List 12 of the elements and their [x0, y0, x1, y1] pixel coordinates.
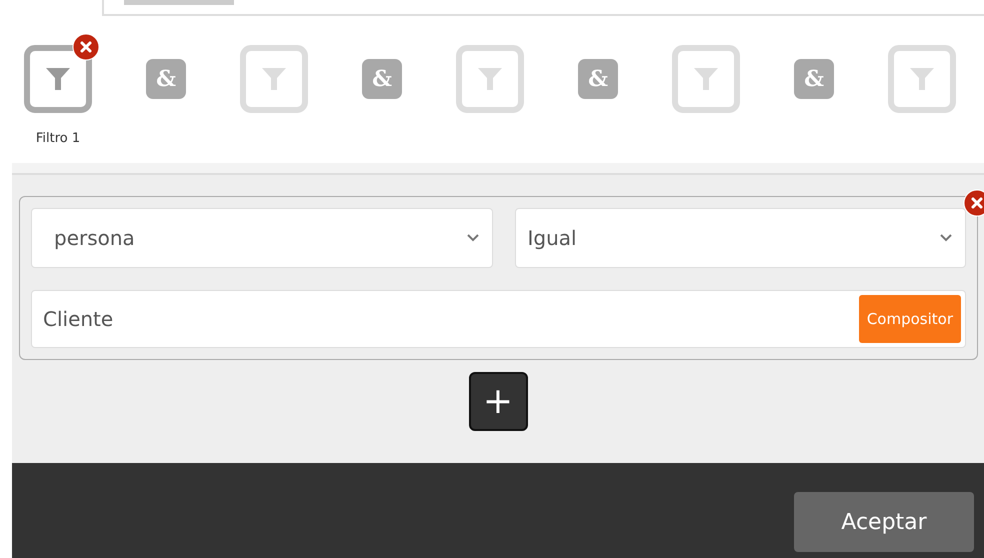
value-field[interactable]: Cliente Compositor [31, 290, 966, 348]
field-select[interactable]: persona [31, 208, 492, 268]
close-icon[interactable] [72, 33, 100, 61]
scroll-thumb[interactable] [124, 0, 234, 5]
filter-step[interactable] [24, 45, 92, 113]
chevron-icon [466, 233, 480, 243]
accept-button[interactable]: Aceptar [794, 492, 974, 552]
add-button[interactable]: + [468, 372, 528, 431]
chevron-icon [939, 233, 953, 243]
close-icon[interactable] [963, 189, 984, 217]
filter-label: Filtro 1 [36, 131, 80, 146]
operator-select[interactable]: Igual [514, 208, 966, 268]
